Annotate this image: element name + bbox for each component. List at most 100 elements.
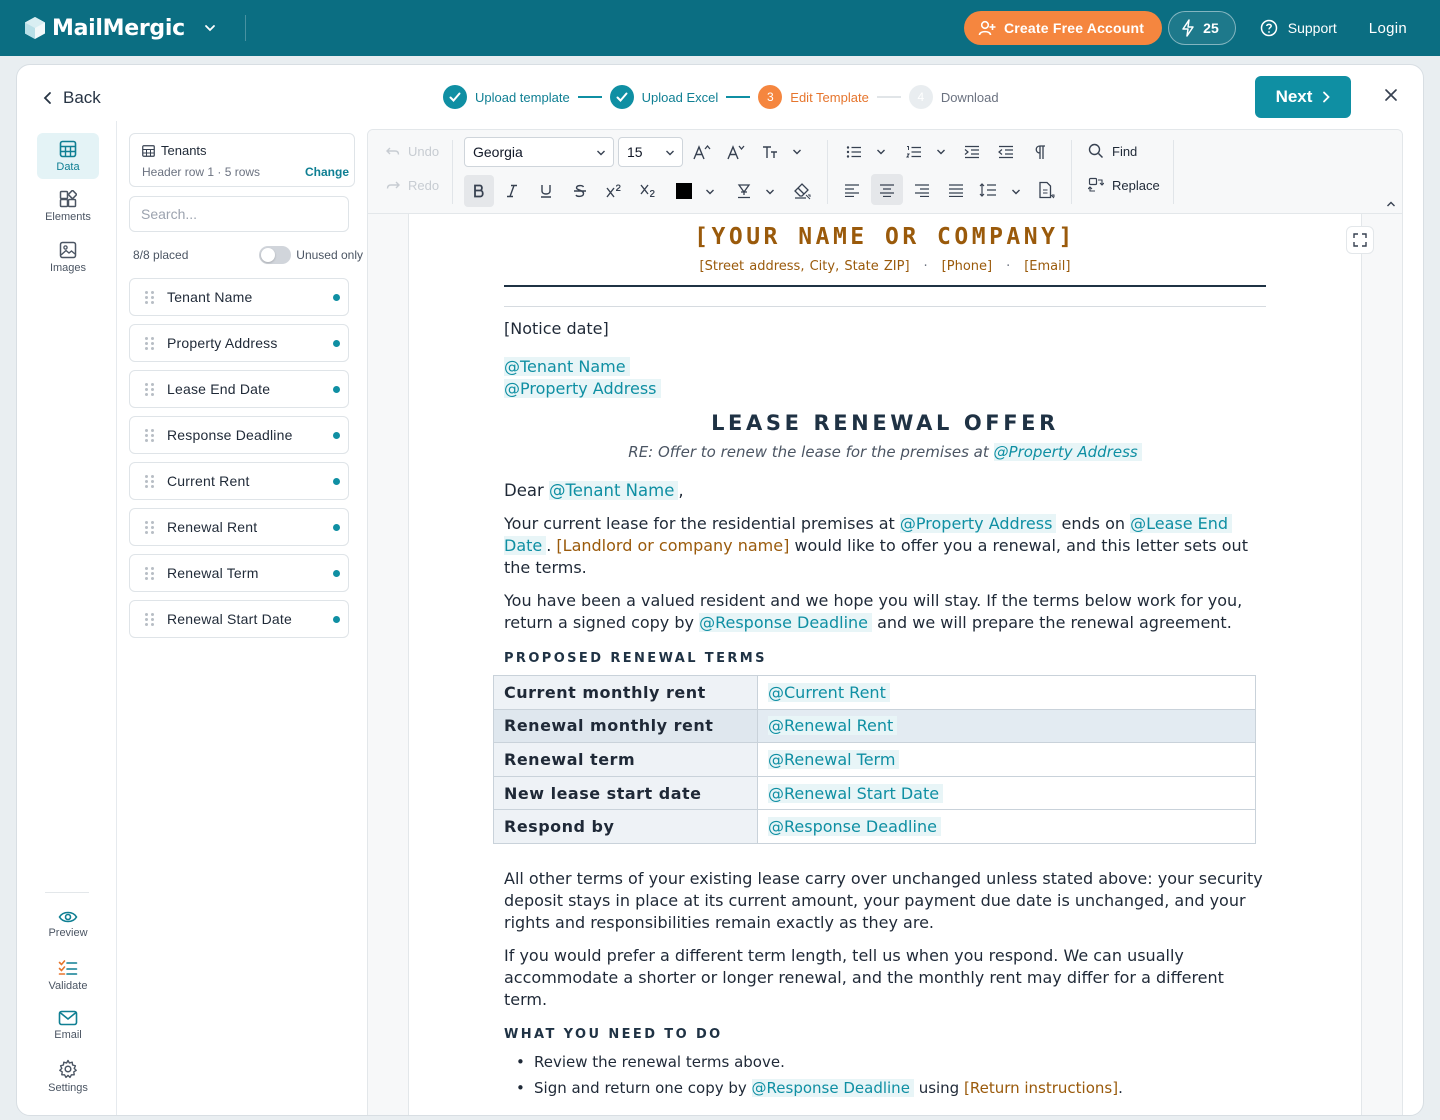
indent-icon[interactable] — [958, 138, 986, 166]
drag-handle-icon[interactable] — [145, 428, 155, 442]
create-account-button[interactable]: Create Free Account — [963, 11, 1163, 45]
table-cell-label[interactable]: Respond by — [493, 809, 758, 844]
find-button[interactable]: Find — [1088, 143, 1137, 159]
drag-handle-icon[interactable] — [145, 290, 155, 304]
table-cell-value[interactable]: @Current Rent — [757, 675, 1256, 710]
notice-date-placeholder[interactable]: [Notice date] — [504, 318, 1266, 340]
replace-button[interactable]: Replace — [1088, 177, 1160, 193]
merge-field-renewal-start-date[interactable]: @Renewal Start Date — [768, 783, 944, 803]
field-item-property-address[interactable]: Property Address — [129, 324, 349, 362]
paragraph-other-terms[interactable]: All other terms of your existing lease c… — [504, 868, 1266, 934]
page-setup-icon[interactable] — [1032, 176, 1060, 204]
login-link[interactable]: Login — [1369, 20, 1407, 37]
close-icon[interactable] — [1383, 87, 1399, 103]
list-item[interactable]: Sign and return one copy by @Response De… — [516, 1075, 1256, 1101]
decrease-font-icon[interactable] — [722, 138, 750, 166]
paragraph-valued-resident[interactable]: You have been a valued resident and we h… — [504, 590, 1266, 634]
fullscreen-button[interactable] — [1346, 226, 1374, 254]
rail-item-data[interactable]: Data — [37, 133, 99, 179]
clear-format-icon[interactable] — [788, 177, 816, 205]
rail-item-elements[interactable]: Elements — [37, 183, 99, 229]
chevron-down-icon[interactable] — [1011, 187, 1021, 197]
undo-button[interactable]: Undo — [386, 144, 439, 159]
chevron-down-icon[interactable] — [765, 187, 775, 197]
table-cell-label[interactable]: New lease start date — [493, 775, 758, 811]
font-family-select[interactable]: Georgia — [464, 137, 614, 167]
merge-field-tenant-name[interactable]: @Tenant Name — [504, 357, 630, 376]
align-center-icon[interactable] — [871, 174, 903, 205]
unused-only-toggle[interactable] — [259, 246, 292, 264]
merge-field-response-deadline[interactable]: @Response Deadline — [751, 1079, 914, 1097]
table-cell-value[interactable]: @Renewal Rent — [757, 708, 1256, 744]
support-link[interactable]: Support — [1260, 19, 1337, 37]
back-button[interactable]: Back — [43, 88, 101, 108]
change-source-link[interactable]: Change — [305, 165, 349, 179]
next-button[interactable]: Next — [1255, 76, 1351, 118]
landlord-placeholder[interactable]: [Landlord or company name] — [556, 536, 789, 555]
chevron-down-icon[interactable] — [936, 147, 946, 157]
field-item-current-rent[interactable]: Current Rent — [129, 462, 349, 500]
credits-button[interactable]: 25 — [1168, 11, 1236, 45]
company-placeholder[interactable]: [YOUR NAME OR COMPANY] — [504, 224, 1266, 250]
merge-field-response-deadline[interactable]: @Response Deadline — [768, 817, 941, 837]
field-search-input[interactable] — [129, 196, 349, 232]
italic-icon[interactable] — [498, 177, 526, 205]
chevron-down-icon[interactable] — [705, 187, 715, 197]
chevron-down-icon[interactable] — [792, 147, 802, 157]
brand-logo[interactable]: MailMergic — [24, 16, 223, 41]
table-cell-label[interactable]: Renewal term — [493, 742, 758, 777]
merge-field-tenant-name[interactable]: @Tenant Name — [549, 481, 679, 500]
field-item-lease-end-date[interactable]: Lease End Date — [129, 370, 349, 408]
drag-handle-icon[interactable] — [145, 612, 155, 626]
renewal-terms-table[interactable]: Current monthly rent @Current Rent Renewa… — [493, 675, 1256, 844]
merge-field-property-address[interactable]: @Property Address — [899, 514, 1057, 533]
return-instructions-placeholder[interactable]: [Return instructions] — [964, 1079, 1118, 1097]
table-cell-value[interactable]: @Renewal Term — [757, 742, 1256, 777]
salutation[interactable]: Dear @Tenant Name, — [504, 480, 1266, 502]
table-cell-label[interactable]: Current monthly rent — [493, 675, 758, 710]
align-right-icon[interactable] — [908, 176, 936, 204]
align-justify-icon[interactable] — [942, 176, 970, 204]
rail-item-settings[interactable]: Settings — [37, 1053, 99, 1099]
table-cell-value[interactable]: @Renewal Start Date — [757, 775, 1256, 811]
line-spacing-icon[interactable] — [974, 176, 1002, 204]
increase-font-icon[interactable] — [688, 138, 716, 166]
merge-field-current-rent[interactable]: @Current Rent — [768, 682, 890, 702]
drag-handle-icon[interactable] — [145, 566, 155, 580]
step-upload-template[interactable]: Upload template — [443, 85, 570, 109]
document-canvas[interactable]: [YOUR NAME OR COMPANY] [Street address, … — [408, 214, 1362, 1115]
field-item-renewal-term[interactable]: Renewal Term — [129, 554, 349, 592]
paragraph-lease[interactable]: Your current lease for the residential p… — [504, 513, 1266, 579]
chevron-up-icon[interactable] — [1386, 200, 1396, 208]
outdent-icon[interactable] — [992, 138, 1020, 166]
redo-button[interactable]: Redo — [386, 178, 439, 193]
text-color-icon[interactable] — [670, 177, 698, 205]
subscript-icon[interactable] — [634, 177, 662, 205]
re-line[interactable]: RE: Offer to renew the lease for the pre… — [504, 443, 1266, 461]
drag-handle-icon[interactable] — [145, 474, 155, 488]
drag-handle-icon[interactable] — [145, 520, 155, 534]
todo-heading[interactable]: WHAT YOU NEED TO DO — [504, 1027, 723, 1042]
superscript-icon[interactable] — [600, 177, 628, 205]
chevron-down-icon[interactable] — [876, 147, 886, 157]
drag-handle-icon[interactable] — [145, 382, 155, 396]
merge-field-lease-end-date[interactable]: Date — [504, 536, 547, 555]
table-cell-value[interactable]: @Response Deadline — [757, 809, 1256, 844]
step-download[interactable]: 4 Download — [908, 85, 999, 109]
align-left-icon[interactable] — [838, 176, 866, 204]
merge-field-lease-end-date[interactable]: @Lease End — [1130, 514, 1233, 533]
underline-icon[interactable] — [532, 177, 560, 205]
merge-field-renewal-rent[interactable]: @Renewal Rent — [768, 716, 898, 736]
field-item-renewal-rent[interactable]: Renewal Rent — [129, 508, 349, 546]
merge-field-property-address[interactable]: @Property Address — [993, 443, 1142, 461]
drag-handle-icon[interactable] — [145, 336, 155, 350]
strikethrough-icon[interactable] — [566, 177, 594, 205]
rail-item-validate[interactable]: Validate — [37, 952, 99, 998]
terms-heading[interactable]: PROPOSED RENEWAL TERMS — [504, 651, 767, 666]
list-item[interactable]: Review the renewal terms above. — [516, 1049, 1256, 1075]
merge-field-property-address[interactable]: @Property Address — [504, 379, 661, 398]
rail-item-images[interactable]: Images — [37, 234, 99, 280]
merge-field-renewal-term[interactable]: @Renewal Term — [768, 749, 900, 769]
todo-list[interactable]: Review the renewal terms above. Sign and… — [516, 1049, 1256, 1101]
text-case-icon[interactable] — [756, 138, 784, 166]
